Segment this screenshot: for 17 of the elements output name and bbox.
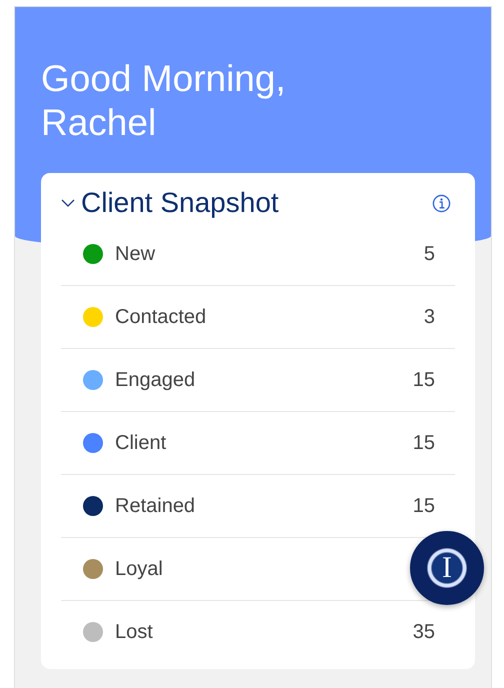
status-label: New: [115, 242, 156, 266]
status-count: 3: [424, 306, 435, 328]
status-count: 15: [412, 368, 435, 392]
status-label: Retained: [115, 494, 196, 518]
status-count: 35: [412, 620, 435, 644]
status-label: Client: [115, 432, 166, 454]
status-count: 5: [424, 242, 435, 266]
chevron-icon: [61, 198, 75, 208]
status-label: Loyal: [115, 558, 163, 580]
status-label: Lost: [115, 620, 153, 644]
status-label: Engaged: [115, 368, 196, 392]
greeting-title: Good Morning, Rachel: [41, 57, 287, 145]
info-icon[interactable]: [432, 194, 451, 212]
status-label: Contacted: [115, 306, 206, 328]
snapshot-toggle[interactable]: Client Snapshot: [61, 187, 279, 219]
status-count: 15: [412, 494, 435, 518]
status-count: 15: [412, 432, 435, 454]
